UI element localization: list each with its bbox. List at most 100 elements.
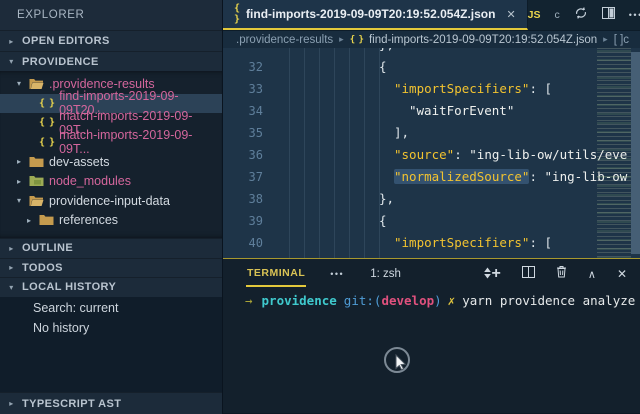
c-badge-icon[interactable]: c <box>555 9 560 21</box>
chevron-right-icon: ▸ <box>7 399 16 408</box>
folder-icon <box>39 214 54 226</box>
chevron-right-icon: ▸ <box>7 37 16 46</box>
editor-group: { } find-imports-2019-09-09T20:19:52.054… <box>222 0 640 414</box>
chevron-down-icon: ▾ <box>7 57 16 66</box>
section-label: TYPESCRIPT AST <box>22 398 121 410</box>
code-line: 40 "importSpecifiers": [ <box>223 232 640 254</box>
editor-scrollbar[interactable] <box>631 52 640 254</box>
shell-select-value: 1: zsh <box>370 268 401 280</box>
line-number: 33 <box>223 78 263 100</box>
maximize-panel-icon[interactable]: ∧ <box>588 268 596 281</box>
tab-bar: { } find-imports-2019-09-09T20:19:52.054… <box>223 0 640 30</box>
prompt-directory: providence <box>262 293 337 308</box>
chevron-right-icon: ▸ <box>14 157 24 166</box>
breadcrumb-file[interactable]: find-imports-2019-09-09T20:19:52.054Z.js… <box>369 34 597 46</box>
split-terminal-icon[interactable] <box>522 265 535 283</box>
chevron-right-icon: ▸ <box>14 177 24 186</box>
section-label: LOCAL HISTORY <box>22 281 116 293</box>
code-line: }, <box>223 48 640 56</box>
chevron-down-icon: ▾ <box>14 79 24 88</box>
tree-item-label: match-imports-2019-09-09T... <box>59 128 222 156</box>
new-terminal-icon[interactable]: + <box>492 266 501 282</box>
line-number: 37 <box>223 166 263 188</box>
tree-item-match-imports-2[interactable]: { } match-imports-2019-09-09T... <box>0 133 222 153</box>
select-stepper-icon <box>483 266 492 283</box>
shell-select[interactable]: 1: zsh <box>370 266 491 283</box>
sync-icon[interactable] <box>574 6 588 25</box>
chevron-right-icon: ▸ <box>7 244 16 253</box>
json-file-icon: { } <box>39 98 54 109</box>
explorer-sidebar: EXPLORER ▸ OPEN EDITORS ▾ PROVIDENCE ▾ .… <box>0 0 222 414</box>
tab-find-imports-json[interactable]: { } find-imports-2019-09-09T20:19:52.054… <box>223 0 528 30</box>
tree-item-label: dev-assets <box>49 155 109 169</box>
code-line: 32 { <box>223 56 640 78</box>
line-number: 32 <box>223 56 263 78</box>
json-file-icon: { } <box>39 117 54 128</box>
prompt-git-open: git:( <box>344 293 382 308</box>
line-number: 38 <box>223 188 263 210</box>
code-lines: }, 32 { 33 "importSpecifiers": [ 34 "wai… <box>223 48 640 254</box>
code-line: 36 "source": "ing-lib-ow/utils/eve <box>223 144 640 166</box>
tree-item-node-modules[interactable]: ▸ node_modules <box>0 172 222 192</box>
local-history-empty: No history <box>0 318 222 338</box>
line-number: 36 <box>223 144 263 166</box>
code-line: 34 "waitForEvent" <box>223 100 640 122</box>
kill-terminal-icon[interactable] <box>556 265 567 283</box>
section-todos[interactable]: ▸ TODOS <box>0 258 222 278</box>
code-line: 33 "importSpecifiers": [ <box>223 78 640 100</box>
json-file-icon: { } <box>39 137 54 148</box>
section-local-history[interactable]: ▾ LOCAL HISTORY <box>0 277 222 297</box>
folder-open-icon <box>29 78 44 90</box>
terminal-actions: + ∧ ✕ <box>492 265 627 283</box>
tab-terminal[interactable]: TERMINAL <box>246 261 306 287</box>
line-number: 40 <box>223 232 263 254</box>
split-editor-icon[interactable] <box>602 6 615 24</box>
section-label: TODOS <box>22 262 63 274</box>
highlighted-word: "normalizedSource" <box>394 169 529 184</box>
tree-item-providence-input-data[interactable]: ▾ providence-input-data <box>0 191 222 211</box>
code-line: 39 { <box>223 210 640 232</box>
json-file-icon: { } <box>350 35 363 45</box>
js-badge-icon[interactable]: JS <box>528 9 541 21</box>
chevron-right-icon: ▸ <box>603 34 608 45</box>
sidebar-title: EXPLORER <box>0 0 222 30</box>
file-tree: ▾ .providence-results { } find-imports-2… <box>0 71 222 238</box>
editor-actions: JS c ••• <box>528 0 640 30</box>
breadcrumb-array-node[interactable]: [ ]c <box>614 34 629 46</box>
more-actions-icon[interactable]: ••• <box>629 10 640 20</box>
chevron-right-icon: ▸ <box>7 263 16 272</box>
tab-label: find-imports-2019-09-09T20:19:52.054Z.js… <box>246 7 495 21</box>
json-file-icon: { } <box>234 3 239 25</box>
chevron-right-icon: ▸ <box>339 34 344 45</box>
folder-open-icon <box>29 195 44 207</box>
code-editor[interactable]: }, 32 { 33 "importSpecifiers": [ 34 "wai… <box>223 48 640 259</box>
chevron-down-icon: ▾ <box>7 283 16 292</box>
section-outline[interactable]: ▸ OUTLINE <box>0 238 222 258</box>
tree-item-label: providence-input-data <box>49 194 170 208</box>
tree-item-label: references <box>59 213 118 227</box>
section-typescript-ast[interactable]: ▸ TYPESCRIPT AST <box>0 392 222 414</box>
section-label: PROVIDENCE <box>22 56 99 68</box>
minimap[interactable] <box>597 48 631 258</box>
line-number: 39 <box>223 210 263 232</box>
terminal-prompt: → providence git:( develop ) ✗ yarn prov… <box>245 293 640 308</box>
folder-icon <box>29 156 44 168</box>
prompt-command: yarn providence analyze <box>462 293 635 308</box>
close-panel-icon[interactable]: ✕ <box>617 267 627 281</box>
code-line: 35 ], <box>223 122 640 144</box>
local-history-search[interactable]: Search: current <box>0 299 222 319</box>
section-open-editors[interactable]: ▸ OPEN EDITORS <box>0 30 222 51</box>
section-label: OPEN EDITORS <box>22 35 110 47</box>
section-label: OUTLINE <box>22 242 73 254</box>
prompt-dirty-flag: ✗ <box>448 293 456 308</box>
close-tab-icon[interactable]: ✕ <box>506 8 515 21</box>
breadcrumb-folder[interactable]: .providence-results <box>236 34 333 46</box>
section-providence[interactable]: ▾ PROVIDENCE <box>0 51 222 71</box>
chevron-down-icon: ▾ <box>14 196 24 205</box>
tree-item-references[interactable]: ▸ references <box>0 211 222 231</box>
breadcrumb: .providence-results ▸ { } find-imports-2… <box>223 30 640 48</box>
terminal-header: TERMINAL ••• 1: zsh + ∧ <box>223 259 640 287</box>
terminal-panel[interactable]: TERMINAL ••• 1: zsh + ∧ <box>223 259 640 413</box>
terminal-more-icon[interactable]: ••• <box>330 269 344 279</box>
line-number: 35 <box>223 122 263 144</box>
